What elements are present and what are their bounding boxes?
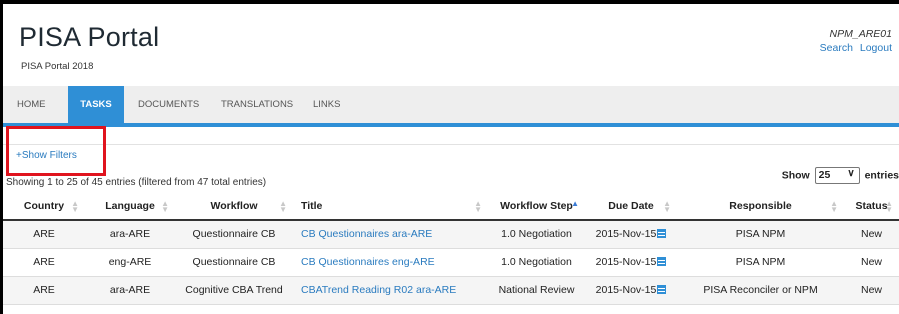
- content-divider: [3, 144, 899, 145]
- cell-country: ARE: [3, 248, 85, 277]
- column-header-due-date[interactable]: Due Date ▲ ▼: [585, 193, 677, 221]
- page-length-control: Show 25 ∨ entries: [782, 167, 899, 184]
- sort-arrows-icon: ▲ ▼: [71, 199, 79, 214]
- column-header-workflow[interactable]: Workflow ▲ ▼: [175, 193, 293, 221]
- nav-item-links[interactable]: LINKS: [313, 86, 340, 123]
- length-suffix: entries: [864, 169, 899, 182]
- column-header-language[interactable]: Language ▲ ▼: [85, 193, 175, 221]
- task-title-link[interactable]: CB Questionnaires eng-ARE: [301, 256, 435, 268]
- cell-language: eng-ARE: [85, 248, 175, 277]
- cell-status: New: [844, 220, 899, 249]
- sort-arrows-icon: ▲ ▼: [474, 199, 482, 214]
- page-length-select[interactable]: 25 ∨: [814, 167, 860, 184]
- user-links: Search Logout: [816, 42, 892, 54]
- nav-underline: [3, 123, 899, 127]
- cell-workflow-step: 1.0 Negotiation: [488, 220, 585, 249]
- logout-link[interactable]: Logout: [860, 42, 892, 54]
- cell-responsible: PISA NPM: [677, 220, 844, 249]
- page-header: PISA Portal PISA Portal 2018 NPM_ARE01 S…: [3, 4, 899, 86]
- cell-language: ara-ARE: [85, 220, 175, 249]
- cell-workflow: Questionnaire CB: [175, 220, 293, 249]
- user-box: NPM_ARE01 Search Logout: [816, 27, 892, 55]
- calendar-icon[interactable]: [657, 285, 667, 294]
- length-prefix: Show: [781, 169, 810, 182]
- nav-item-translations[interactable]: TRANSLATIONS: [221, 86, 293, 123]
- cell-country: ARE: [3, 220, 85, 249]
- main-nav: HOME TASKS DOCUMENTS TRANSLATIONS LINKS: [3, 86, 899, 123]
- cell-workflow: Cognitive CBA Trend: [175, 276, 293, 305]
- sort-arrows-icon: ▲ ▼: [885, 199, 893, 214]
- nav-item-documents[interactable]: DOCUMENTS: [138, 86, 199, 123]
- calendar-icon[interactable]: [657, 229, 667, 239]
- cell-responsible: PISA Reconciler or NPM: [677, 276, 844, 305]
- cell-language: ara-ARE: [85, 276, 175, 305]
- username: NPM_ARE01: [829, 28, 892, 40]
- cell-title: CB Questionnaires eng-ARE: [293, 248, 488, 277]
- nav-item-tasks[interactable]: TASKS: [68, 86, 124, 123]
- cell-due-date: 2015-Nov-15: [585, 276, 677, 305]
- sort-arrows-icon: ▲ ▼: [161, 199, 169, 214]
- page-length-value: 25: [818, 169, 831, 181]
- cell-country: ARE: [3, 276, 85, 305]
- app-title: PISA Portal: [19, 22, 160, 52]
- column-header-country[interactable]: Country ▲ ▼: [3, 193, 85, 221]
- table-row[interactable]: ARE ara-ARE Questionnaire CB CB Question…: [3, 220, 899, 249]
- calendar-icon[interactable]: [657, 257, 667, 266]
- cell-workflow-step: National Review: [488, 276, 585, 305]
- sort-arrows-icon: ▲ ▼: [830, 199, 838, 214]
- cell-due-date: 2015-Nov-15: [585, 248, 677, 277]
- cell-responsible: PISA NPM: [677, 248, 844, 277]
- cell-workflow-step: 1.0 Negotiation: [488, 248, 585, 277]
- tasks-table: Country ▲ ▼ Language ▲ ▼ Workflow ▲ ▼ Title ▲ ▼ …: [3, 193, 899, 305]
- task-title-link[interactable]: CBATrend Reading R02 ara-ARE: [301, 284, 456, 296]
- task-title-link[interactable]: CB Questionnaires ara-ARE: [301, 228, 432, 240]
- sort-arrows-icon: ▲ ▼: [279, 199, 287, 214]
- column-header-workflow-step[interactable]: Workflow Step ▲: [488, 193, 585, 221]
- cell-status: New: [844, 276, 899, 305]
- chevron-down-icon: ∨: [847, 168, 855, 179]
- search-link[interactable]: Search: [820, 42, 853, 54]
- cell-title: CBATrend Reading R02 ara-ARE: [293, 276, 488, 305]
- column-header-status[interactable]: Status ▲ ▼: [844, 193, 899, 221]
- cell-workflow: Questionnaire CB: [175, 248, 293, 277]
- nav-item-home[interactable]: HOME: [17, 86, 46, 123]
- sort-ascending-icon: ▲: [571, 199, 579, 208]
- app-subtitle: PISA Portal 2018: [21, 61, 94, 72]
- cell-status: New: [844, 248, 899, 277]
- sort-arrows-icon: ▲ ▼: [663, 199, 671, 214]
- highlight-box: [6, 126, 106, 176]
- table-row[interactable]: ARE eng-ARE Questionnaire CB CB Question…: [3, 248, 899, 277]
- table-info: Showing 1 to 25 of 45 entries (filtered …: [6, 177, 267, 188]
- column-header-responsible[interactable]: Responsible ▲ ▼: [677, 193, 844, 221]
- table-row[interactable]: ARE ara-ARE Cognitive CBA Trend CBATrend…: [3, 276, 899, 305]
- cell-title: CB Questionnaires ara-ARE: [293, 220, 488, 249]
- cell-due-date: 2015-Nov-15: [585, 220, 677, 249]
- table-header-row: Country ▲ ▼ Language ▲ ▼ Workflow ▲ ▼ Title ▲ ▼ …: [3, 193, 899, 221]
- column-header-title[interactable]: Title ▲ ▼: [293, 193, 488, 221]
